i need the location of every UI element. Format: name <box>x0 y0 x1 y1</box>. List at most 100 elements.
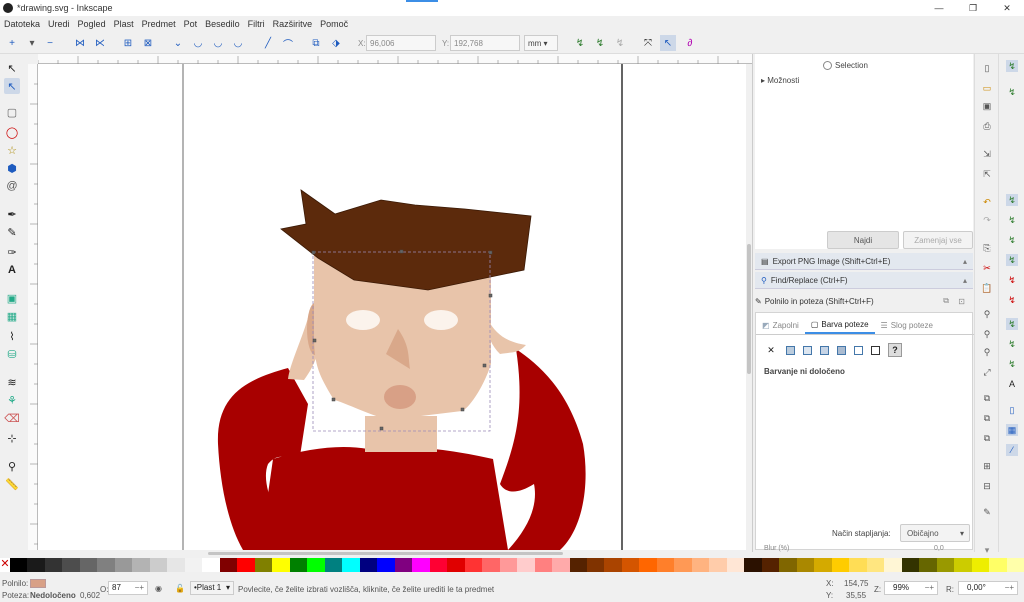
palette-swatch[interactable] <box>429 558 448 572</box>
snap-path-icon[interactable]: ↯ <box>1006 214 1018 226</box>
snap-page-border-icon[interactable]: ▯ <box>1006 404 1018 416</box>
no-color-swatch-icon[interactable]: ✕ <box>0 558 10 572</box>
save-icon[interactable]: ▣ <box>981 100 993 112</box>
palette-swatch[interactable] <box>954 558 972 572</box>
palette-swatch[interactable] <box>709 558 727 572</box>
palette-swatch[interactable] <box>814 558 832 572</box>
show-outline-icon[interactable]: ↯ <box>614 37 626 49</box>
connector-tool-icon[interactable]: ⊹ <box>4 430 20 446</box>
tab-fill[interactable]: ◩ Zapolni <box>756 317 805 334</box>
menu-predmet[interactable]: Predmet <box>138 19 180 29</box>
palette-swatch[interactable] <box>289 558 308 572</box>
palette-swatch[interactable] <box>744 558 762 572</box>
node-handle[interactable] <box>312 338 317 343</box>
drawing[interactable] <box>38 64 746 550</box>
palette-swatch[interactable] <box>656 558 675 572</box>
join-segment-icon[interactable]: ⊞ <box>122 37 134 49</box>
dropper-tool-icon[interactable]: ⌇ <box>4 328 20 344</box>
palette-swatch[interactable] <box>517 558 535 572</box>
edit-mask-icon[interactable]: ↖ <box>660 35 676 51</box>
show-handles-icon[interactable]: ↯ <box>594 37 606 49</box>
palette-swatch[interactable] <box>464 558 483 572</box>
right-hand[interactable] <box>487 320 527 354</box>
palette-swatch[interactable] <box>849 558 867 572</box>
mouth[interactable] <box>384 385 416 409</box>
horizontal-scrollbar[interactable] <box>38 550 746 556</box>
calligraphy-tool-icon[interactable]: ✑ <box>4 244 20 260</box>
snap-rotation-center-icon[interactable]: ↯ <box>1006 338 1018 350</box>
pen-tool-icon[interactable]: ✒ <box>4 206 20 222</box>
radial-gradient-icon[interactable] <box>820 345 829 355</box>
palette-swatch[interactable] <box>866 558 885 572</box>
palette-swatch[interactable] <box>394 558 413 572</box>
layer-lock-icon[interactable]: 🔓 <box>175 584 185 593</box>
maximize-button[interactable]: ❐ <box>956 0 990 16</box>
palette-swatch[interactable] <box>569 558 587 572</box>
no-paint-icon[interactable]: ✕ <box>764 343 778 357</box>
blur-value[interactable]: 0,0 <box>934 545 944 552</box>
unit-select[interactable]: mm ▾ <box>524 35 558 51</box>
unlink-clone-icon[interactable]: ⧉ <box>981 432 993 444</box>
mesh-tool-icon[interactable]: ▦ <box>4 308 20 324</box>
palette-swatch[interactable] <box>621 558 640 572</box>
snap-smooth-icon[interactable]: ↯ <box>1006 274 1018 286</box>
palette-swatch[interactable] <box>604 558 622 572</box>
horizontal-scroll-thumb[interactable] <box>208 552 563 555</box>
segment-curve-icon[interactable]: ⌒ <box>282 37 294 51</box>
palette-swatch[interactable] <box>919 558 937 572</box>
palette-swatch[interactable] <box>254 558 273 572</box>
linear-gradient-icon[interactable] <box>803 345 812 355</box>
fill-indicator[interactable] <box>30 579 46 588</box>
y-coord-input[interactable]: 192,768 <box>450 35 520 51</box>
palette-swatch[interactable] <box>132 558 150 572</box>
open-file-icon[interactable]: ▭ <box>981 82 993 94</box>
vertical-scroll-thumb[interactable] <box>747 244 751 374</box>
ellipse-tool-icon[interactable]: ◯ <box>4 124 20 140</box>
node-handle[interactable] <box>399 249 404 254</box>
snap-cusp-icon[interactable]: ↯ <box>1006 254 1018 266</box>
palette-swatch[interactable] <box>44 558 63 572</box>
clone-icon[interactable]: ⧉ <box>981 412 993 424</box>
new-document-icon[interactable]: ▯ <box>981 62 993 74</box>
break-path-icon[interactable]: ⋉ <box>94 37 106 49</box>
edit-clip-icon[interactable]: ⤧ <box>642 37 654 49</box>
dock-float-icon[interactable]: ⧉ <box>943 296 949 306</box>
palette-swatch[interactable] <box>989 558 1007 572</box>
copy-icon[interactable]: ⎘ <box>981 242 993 254</box>
selection-radio[interactable] <box>823 61 832 70</box>
menu-filtri[interactable]: Filtri <box>244 19 269 29</box>
cusp-node-icon[interactable]: ⌄ <box>172 37 184 49</box>
options-expander[interactable]: ▸ Možnosti <box>761 76 799 85</box>
delete-node-icon[interactable]: − <box>44 37 56 49</box>
palette-swatch[interactable] <box>674 558 692 572</box>
dock-close-icon[interactable]: ⊡ <box>958 297 965 306</box>
palette-swatch[interactable] <box>761 558 780 572</box>
right-eye[interactable] <box>424 310 458 330</box>
snap-text-icon[interactable]: A <box>1006 378 1018 390</box>
palette-swatch[interactable] <box>359 558 378 572</box>
export-png-header[interactable]: ▤ Export PNG Image (Shift+Ctrl+E) ▴ <box>755 253 973 270</box>
palette-swatch[interactable] <box>884 558 902 572</box>
node-handle[interactable] <box>311 250 316 255</box>
paint-bucket-tool-icon[interactable]: ⛁ <box>4 346 20 362</box>
collapse-chevron-icon[interactable]: ▴ <box>963 257 967 266</box>
fill-stroke-dialog-icon[interactable]: ✎ <box>981 506 993 518</box>
palette-swatch[interactable] <box>639 558 657 572</box>
palette-swatch[interactable] <box>114 558 133 572</box>
palette-swatch[interactable] <box>202 558 220 572</box>
smooth-node-icon[interactable]: ◡ <box>192 37 204 49</box>
neck[interactable] <box>365 416 437 452</box>
node-handle[interactable] <box>379 426 384 431</box>
zoom-selection-icon[interactable]: ⚲ <box>981 308 993 320</box>
palette-swatch[interactable] <box>499 558 518 572</box>
cut-icon[interactable]: ✂ <box>981 262 993 274</box>
palette-swatch[interactable] <box>482 558 500 572</box>
menu-pomoc[interactable]: Pomoč <box>316 19 352 29</box>
more-chevron-icon[interactable]: ▾ <box>981 544 993 556</box>
eraser-tool-icon[interactable]: ⌫ <box>4 410 20 426</box>
palette-swatch[interactable] <box>97 558 115 572</box>
unset-paint-icon[interactable]: ? <box>888 343 902 357</box>
zoom-page-icon[interactable]: ⚲ <box>981 346 993 358</box>
palette-swatch[interactable] <box>831 558 850 572</box>
zoom-page-width-icon[interactable]: ⤢ <box>981 366 993 378</box>
